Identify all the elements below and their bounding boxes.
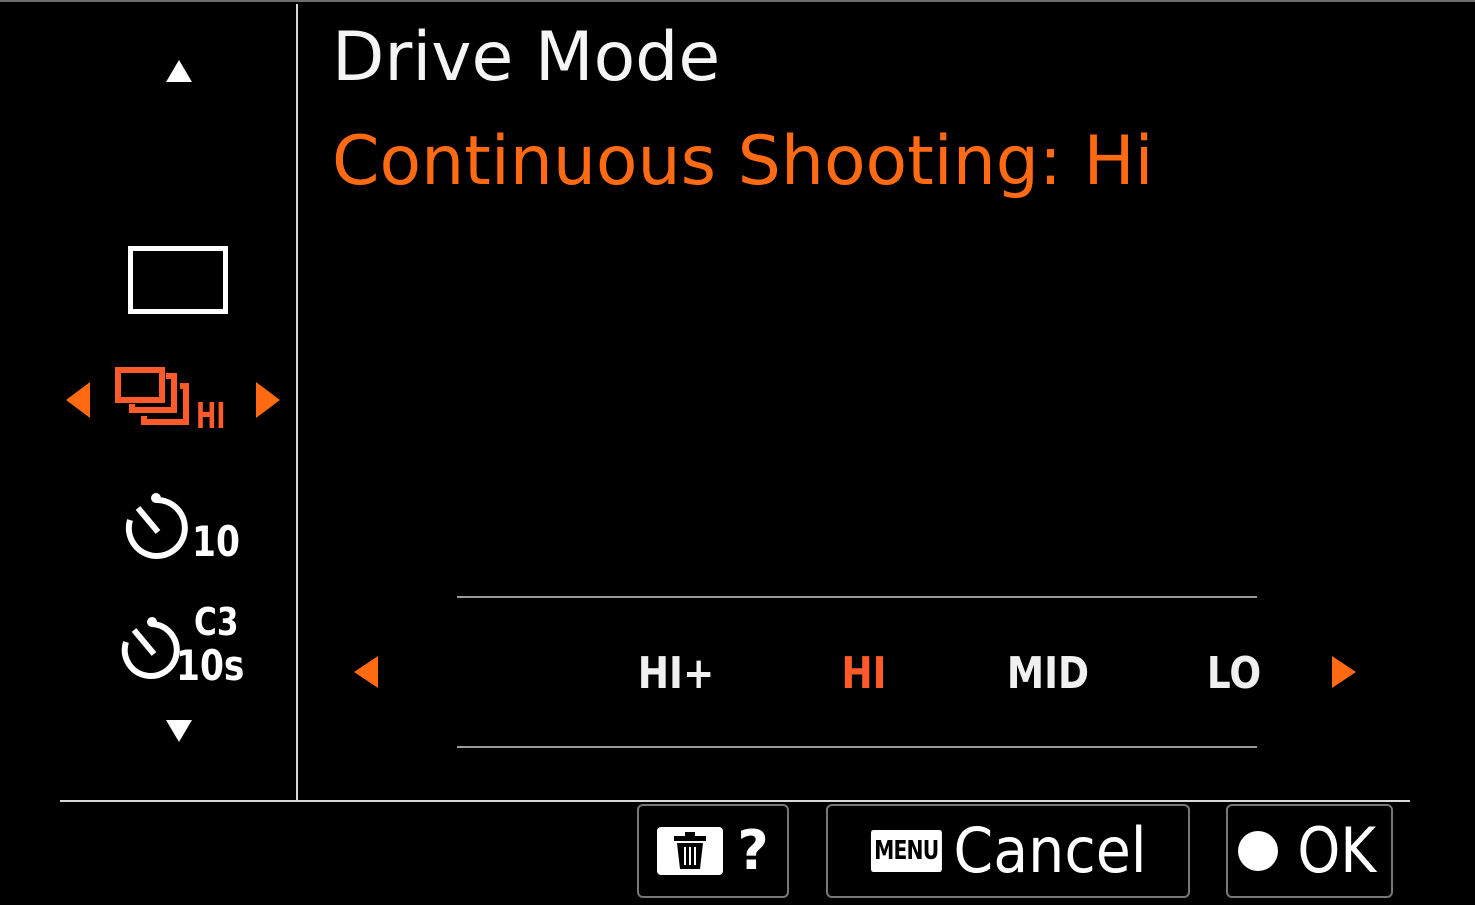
self-timer-seconds: 10 [192, 517, 240, 566]
option-next-arrow-icon[interactable] [1330, 654, 1358, 690]
option-lo[interactable]: LO [1175, 646, 1294, 702]
ok-label: OK [1297, 814, 1376, 887]
option-hi[interactable]: HI [805, 646, 924, 702]
trash-icon [657, 827, 724, 875]
help-label: ? [737, 819, 769, 882]
option-mid[interactable]: MID [989, 646, 1108, 702]
scroll-down-icon[interactable] [164, 718, 194, 744]
page-title: Drive Mode [332, 18, 721, 97]
menu-right-arrow-icon[interactable] [254, 380, 282, 420]
self-timer-icon[interactable] [118, 490, 194, 566]
option-prev-arrow-icon[interactable] [352, 654, 380, 690]
center-button-icon [1237, 831, 1278, 871]
single-shot-icon[interactable] [128, 246, 228, 314]
menu-item-continuous-shooting[interactable] [60, 360, 285, 440]
continuous-speed-label: HI [196, 396, 226, 437]
options-top-rule [457, 596, 1257, 598]
option-hi-plus[interactable]: HI+ [617, 646, 736, 702]
ok-button[interactable]: OK [1226, 804, 1393, 898]
footer-divider [60, 800, 1410, 802]
scroll-up-icon[interactable] [164, 58, 194, 84]
menu-icon: MENU [870, 830, 942, 872]
help-button[interactable]: ? [637, 804, 789, 898]
menu-left-arrow-icon[interactable] [64, 380, 92, 420]
self-timer-count: C3 [194, 600, 239, 644]
cancel-label: Cancel [953, 814, 1147, 887]
options-bottom-rule [457, 746, 1257, 748]
cancel-button[interactable]: MENU Cancel [826, 804, 1190, 898]
selected-mode-label: Continuous Shooting: Hi [332, 122, 1154, 201]
continuous-shooting-icon [115, 367, 189, 425]
top-border [0, 0, 1475, 2]
self-timer-delay: 10s [176, 641, 245, 690]
sidebar-divider [296, 4, 298, 800]
